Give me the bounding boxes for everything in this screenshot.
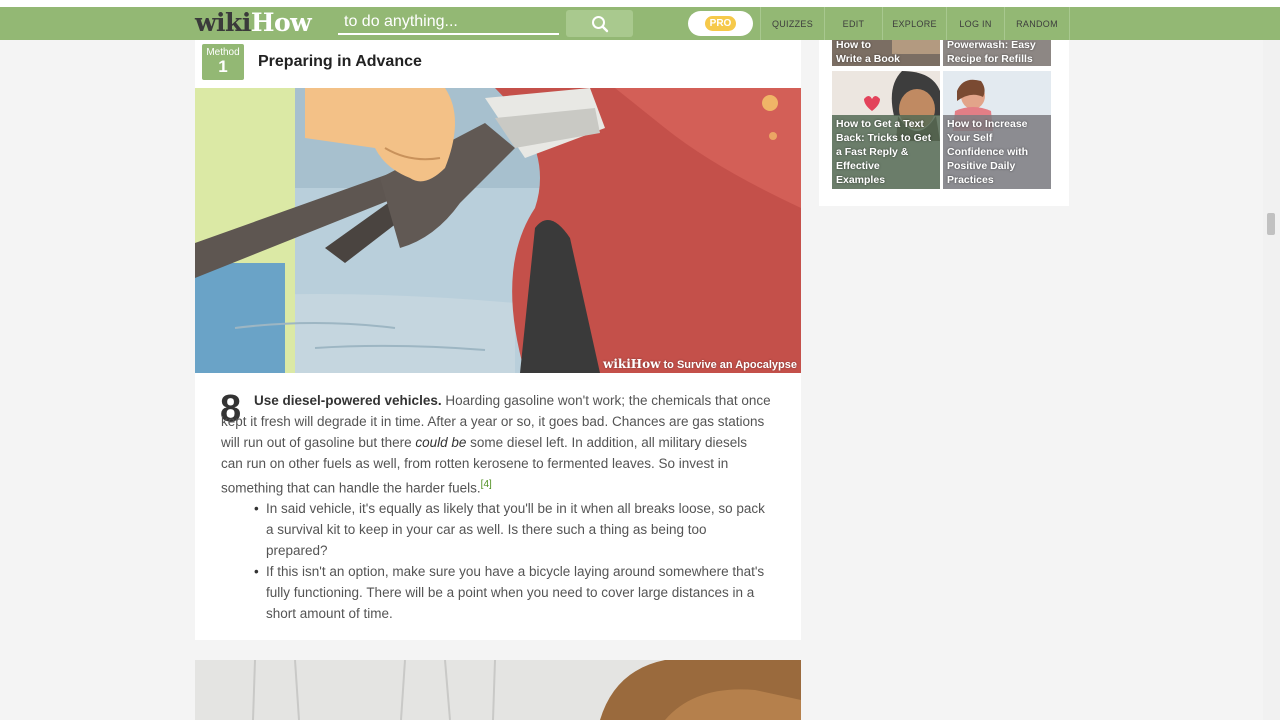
logo-wiki: wiki — [195, 8, 251, 37]
fuel-nozzle-illustration — [195, 88, 801, 373]
method-title: Preparing in Advance — [258, 53, 422, 70]
top-nav: QUIZZES EDIT EXPLORE LOG IN RANDOM — [760, 7, 1070, 40]
step-text-italic: could be — [415, 435, 467, 450]
pro-badge: PRO — [704, 16, 737, 31]
related-article-card[interactable]: How to Increase Your Self Confidence wit… — [943, 71, 1051, 189]
related-article-title: How to Write a Book — [836, 40, 900, 65]
list-item: If this isn't an option, make sure you h… — [254, 561, 766, 624]
related-article-title: Powerwash: Easy Recipe for Refills — [947, 40, 1036, 65]
step-headline: Use diesel-powered vehicles. — [254, 393, 442, 408]
page-scrollbar[interactable] — [1263, 40, 1280, 720]
step-illustration[interactable]: wikiHow to Survive an Apocalypse — [195, 88, 801, 373]
image-watermark: wikiHow to Survive an Apocalypse — [603, 357, 797, 371]
search-input[interactable] — [338, 10, 559, 33]
watermark-brand: wikiHow — [603, 357, 661, 371]
method-badge: Method 1 — [202, 44, 244, 80]
related-articles-sidebar: How to Write a Book Powerwash: Easy Reci… — [819, 40, 1069, 206]
related-article-title: How to Get a Text Back: Tricks to Get a … — [836, 118, 932, 186]
wikihow-logo[interactable]: wiki How — [195, 8, 312, 40]
related-article-card[interactable]: How to Get a Text Back: Tricks to Get a … — [832, 71, 940, 189]
search-box — [338, 10, 559, 35]
list-item: In said vehicle, it's equally as likely … — [254, 498, 766, 561]
pro-button[interactable]: PRO — [688, 11, 753, 36]
step-card: Method 1 Preparing in Advance wikiHow to… — [195, 40, 801, 640]
step-tips-list: In said vehicle, it's equally as likely … — [254, 498, 766, 624]
top-strip — [0, 0, 1280, 7]
nav-edit[interactable]: EDIT — [824, 7, 882, 40]
search-icon — [591, 15, 608, 32]
nav-explore[interactable]: EXPLORE — [882, 7, 946, 40]
nav-log-in[interactable]: LOG IN — [946, 7, 1004, 40]
related-article-title: How to Increase Your Self Confidence wit… — [947, 118, 1029, 186]
site-header: wikiHow PRO QUIZZES EDIT EXPLORE LOG IN … — [0, 7, 1280, 40]
nav-quizzes[interactable]: QUIZZES — [760, 7, 824, 40]
scrollbar-thumb[interactable] — [1267, 213, 1275, 235]
related-article-card[interactable]: How to Write a Book — [832, 40, 940, 66]
reference-link[interactable]: [4] — [481, 479, 492, 490]
related-article-card[interactable]: Powerwash: Easy Recipe for Refills — [943, 40, 1051, 66]
method-number: 1 — [218, 57, 228, 76]
nav-random[interactable]: RANDOM — [1004, 7, 1070, 40]
step-description: Use diesel-powered vehicles. Hoarding ga… — [221, 390, 771, 499]
watermark-text: to Survive an Apocalypse — [663, 359, 797, 371]
next-step-illustration[interactable] — [195, 660, 801, 720]
logo-how: How — [250, 8, 312, 37]
next-step-card — [195, 660, 801, 720]
search-button[interactable] — [566, 10, 633, 37]
